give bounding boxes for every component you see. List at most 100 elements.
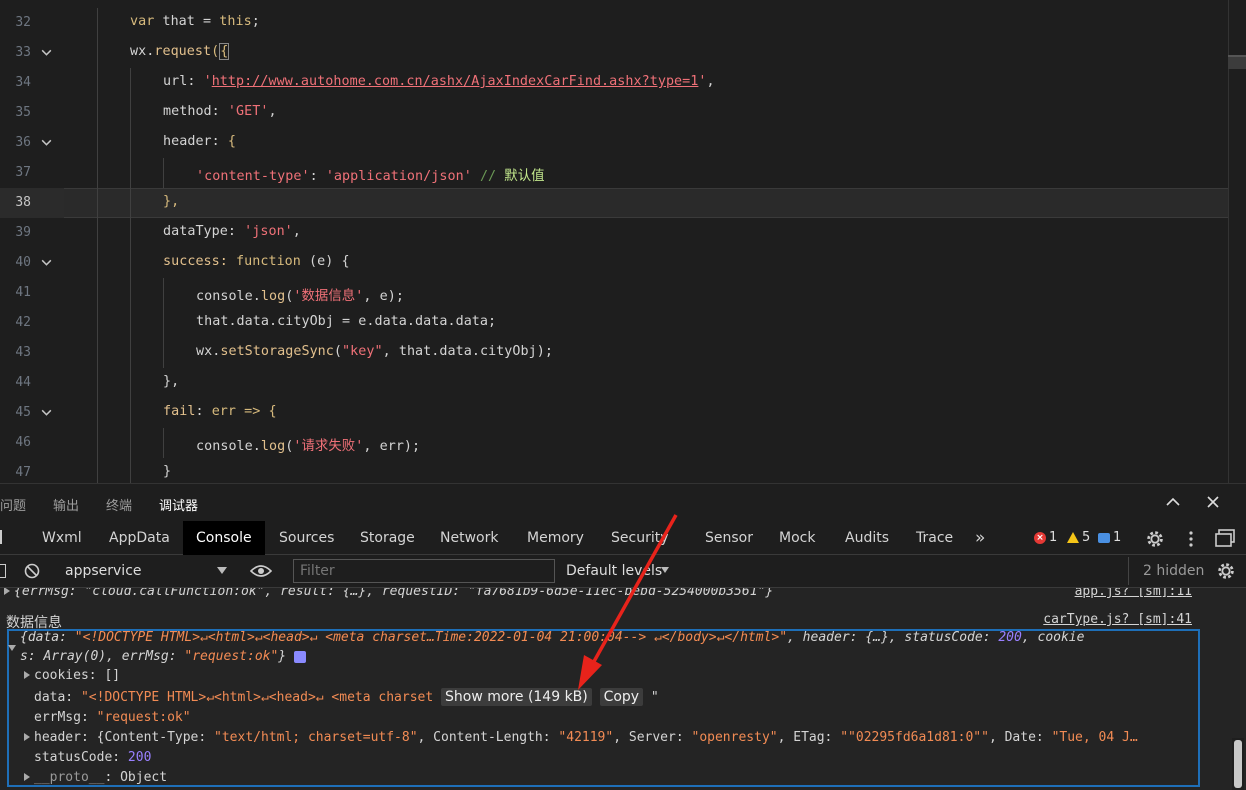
fold-chevron-icon[interactable] [40,256,54,270]
fold-chevron-icon[interactable] [40,136,54,150]
fold-chevron-icon[interactable] [40,46,54,60]
expand-arrow-icon[interactable] [24,671,30,679]
line-number: 42 [15,315,31,330]
code-line: 33 wx.request({ [0,38,1228,68]
tab-appdata[interactable]: AppData [96,521,183,555]
tab-output[interactable]: 输出 [53,495,79,514]
sidebar-toggle-icon[interactable] [0,564,6,578]
copy-button[interactable]: Copy [599,688,644,706]
line-number: 44 [15,375,31,390]
tab-sensor[interactable]: Sensor [692,521,766,555]
warning-count-badge[interactable]: 5 [1067,530,1090,545]
indent-guide [130,458,131,483]
tab-memory[interactable]: Memory [514,521,597,555]
indent-guide [130,218,131,248]
live-expression-eye-icon[interactable] [249,563,273,579]
devtools-tab-bar: Wxml AppData Console Sources Storage Net… [0,521,1246,555]
console-output[interactable]: {errMsg: "cloud.callFunction:ok", result… [0,588,1246,790]
tab-console[interactable]: Console [183,521,265,555]
collapse-panel-icon[interactable] [1163,492,1183,512]
indent-guide [97,188,98,218]
code-line: 34 url: 'http://www.autohome.com.cn/ashx… [0,68,1228,98]
property-proto[interactable]: __proto__: Object [24,770,1246,785]
log-levels-dropdown[interactable]: Default levels [566,563,662,579]
code-editor[interactable]: 32 var that = this; 33 wx.request({ 34 u… [0,0,1246,483]
tab-wxml[interactable]: Wxml [29,521,95,555]
code-text: 'content-type': 'application/json' // 默认… [196,169,545,184]
tab-trace[interactable]: Trace [903,521,966,555]
message-count-badge[interactable]: 1 [1098,530,1121,545]
levels-dropdown-icon[interactable] [661,567,669,573]
context-selector[interactable]: appservice [65,563,142,579]
indent-guide [163,428,164,458]
indent-guide [97,128,98,158]
source-link[interactable]: carType.js? [sm]:41 [1043,612,1192,627]
message-icon [1098,532,1110,543]
editor-scrollbar-track[interactable] [1228,0,1229,483]
expand-arrow-icon[interactable] [24,733,30,741]
console-message[interactable]: {errMsg: "cloud.callFunction:ok", result… [4,588,1064,599]
object-summary[interactable]: {data: "<!DOCTYPE HTML>↵<html>↵<head>↵ <… [20,630,1196,645]
tab-security[interactable]: Security [598,521,682,555]
filter-input[interactable] [293,559,555,583]
property-cookies[interactable]: cookies: [] [24,668,1246,683]
indent-guide [130,248,131,278]
console-scrollbar[interactable] [1232,738,1244,790]
line-number: 34 [15,75,31,90]
tab-sources[interactable]: Sources [266,521,347,555]
code-line: 44 }, [0,368,1228,398]
line-number: 41 [15,285,31,300]
clear-console-icon[interactable] [24,563,40,579]
indent-guide [130,338,131,368]
warning-count: 5 [1082,530,1091,545]
more-menu-icon[interactable] [1188,529,1194,549]
indent-guide [130,158,131,188]
indent-guide [97,68,98,98]
dock-side-icon[interactable] [1214,528,1236,548]
context-dropdown-icon[interactable] [217,567,227,574]
tab-debugger[interactable]: 调试器 [159,495,199,523]
collapse-arrow-icon[interactable] [8,645,16,651]
property-header[interactable]: header: {Content-Type: "text/html; chars… [24,730,1200,745]
indent-guide [130,308,131,338]
tab-terminal[interactable]: 终端 [106,495,132,514]
error-count-badge[interactable]: × 1 [1034,530,1057,545]
tab-problems[interactable]: 问题 [0,495,26,514]
warning-icon [1067,532,1079,543]
url-link[interactable]: http://www.autohome.com.cn/ashx/AjaxInde… [212,74,699,89]
code-text: wx.setStorageSync("key", that.data.cityO… [196,344,553,359]
object-summary-cont: s: Array(0), errMsg: "request:ok"} [20,649,1246,664]
indent-guide [163,158,164,188]
expand-arrow-icon[interactable] [24,773,30,781]
expand-arrow-icon[interactable] [4,588,10,595]
fold-chevron-icon[interactable] [40,406,54,420]
indent-guide [130,278,131,308]
property-errmsg: errMsg: "request:ok" [34,710,191,725]
code-line: 47 } [0,458,1228,483]
console-scrollbar-thumb[interactable] [1234,740,1242,788]
code-text: }, [163,374,180,389]
editor-scroll-marker [1228,55,1246,69]
tab-storage[interactable]: Storage [347,521,428,555]
code-text: var that = this; [130,14,260,29]
indent-guide [130,368,131,398]
tab-network[interactable]: Network [427,521,511,555]
indent-guide [163,278,164,308]
close-panel-icon[interactable] [1203,492,1223,512]
code-text: console.log('请求失败', err); [196,439,421,454]
console-settings-gear-icon[interactable] [1215,560,1237,582]
tab-mock[interactable]: Mock [766,521,828,555]
hidden-count: 2 hidden [1143,563,1205,579]
show-more-button[interactable]: Show more (149 kB) [441,688,592,706]
indent-guide [97,248,98,278]
info-icon[interactable] [293,650,306,663]
settings-gear-icon[interactable] [1144,528,1166,550]
source-link[interactable]: app.js? [sm]:11 [1075,588,1192,599]
indent-guide [130,128,131,158]
message-count: 1 [1113,530,1122,545]
inspect-element-icon[interactable] [0,530,6,544]
code-text: console.log('数据信息', e); [196,289,404,304]
code-line: 40 success: function (e) { [0,248,1228,278]
more-tabs-icon[interactable]: » [962,521,998,555]
tab-audits[interactable]: Audits [832,521,902,555]
